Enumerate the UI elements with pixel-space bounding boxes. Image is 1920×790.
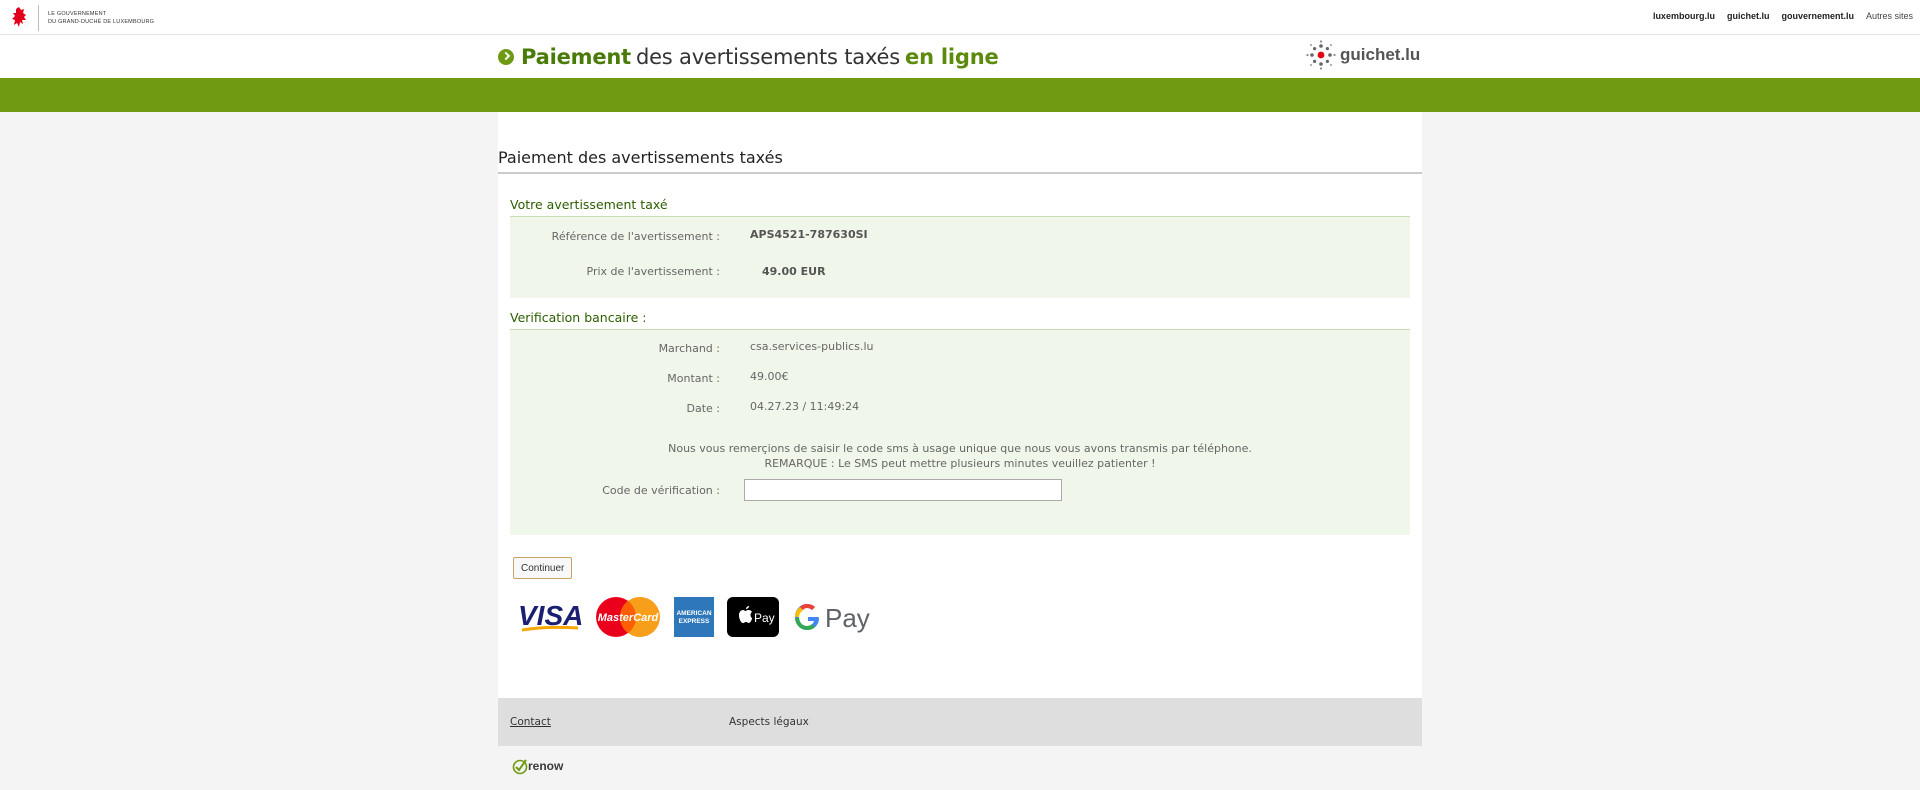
marchand-value: csa.services-publics.lu	[750, 340, 874, 353]
amex-icon: AMERICAN EXPRESS	[674, 597, 714, 637]
guichet-logo-text: guichet.lu	[1340, 45, 1421, 64]
prix-value: 49.00 EUR	[762, 265, 826, 278]
sms-note-line-2: REMARQUE : Le SMS peut mettre plusieurs …	[764, 457, 1156, 470]
main-content: Paiement des avertissements taxés Votre …	[498, 112, 1422, 698]
app-header: Paiement des avertissements taxés en lig…	[0, 35, 1920, 78]
section-title-avertissement: Votre avertissement taxé	[510, 197, 668, 212]
government-logo[interactable]: Le Gouvernement du Grand-Duché de Luxemb…	[10, 5, 154, 31]
amex-line-2: EXPRESS	[679, 618, 710, 625]
app-title[interactable]: Paiement des avertissements taxés en lig…	[498, 45, 999, 69]
chevron-right-icon	[498, 49, 514, 65]
continue-button[interactable]: Continuer	[513, 557, 573, 579]
title-divider	[498, 172, 1422, 174]
checkmark-icon	[512, 759, 528, 775]
title-part-2: des avertissements taxés	[635, 45, 901, 69]
section-title-verification: Verification bancaire :	[510, 310, 647, 325]
reference-label: Référence de l'avertissement :	[551, 230, 720, 243]
title-part-3: en ligne	[905, 45, 999, 69]
verification-panel: Marchand : csa.services-publics.lu Monta…	[510, 329, 1410, 535]
gov-line-2: du Grand-Duché de Luxembourg	[48, 19, 155, 25]
visa-icon: VISA	[518, 600, 583, 632]
mastercard-icon: MasterCard	[596, 597, 660, 637]
footer-legal-link[interactable]: Aspects légaux	[729, 716, 809, 728]
page-title: Paiement des avertissements taxés	[498, 148, 783, 167]
date-value: 04.27.23 / 11:49:24	[750, 400, 860, 413]
sms-instructions: Nous vous remerçions de saisir le code s…	[510, 441, 1410, 471]
verification-code-input[interactable]	[744, 479, 1062, 501]
apple-pay-icon: Pay	[727, 597, 779, 637]
green-banner	[0, 78, 1920, 112]
apple-pay-text: Pay	[754, 611, 775, 625]
lion-icon	[12, 7, 26, 27]
montant-label: Montant :	[667, 372, 720, 385]
marchand-label: Marchand :	[658, 342, 720, 355]
footer: Contact Aspects légaux	[498, 698, 1422, 746]
logo-separator	[38, 5, 39, 31]
reference-value: APS4521-787630SI	[750, 228, 868, 241]
link-autres-sites[interactable]: Autres sites	[1866, 11, 1913, 21]
payment-methods: VISA MasterCard AMERICAN EXPRESS Pay Pay	[516, 595, 892, 639]
mastercard-text: MasterCard	[598, 612, 659, 624]
avertissement-panel: Référence de l'avertissement : APS4521-7…	[510, 216, 1410, 298]
guichet-logo[interactable]: guichet.lu	[1306, 40, 1420, 70]
link-luxembourg[interactable]: luxembourg.lu	[1653, 11, 1715, 21]
google-pay-icon: Pay	[795, 603, 870, 633]
gov-line-1: Le Gouvernement	[48, 11, 107, 17]
guichet-dots-icon	[1306, 40, 1336, 70]
amex-line-1: AMERICAN	[676, 610, 711, 617]
footer-contact-link[interactable]: Contact	[510, 716, 551, 728]
link-guichet[interactable]: guichet.lu	[1727, 11, 1770, 21]
top-links: luxembourg.lu guichet.lu gouvernement.lu…	[1653, 11, 1913, 21]
renow-text: renow	[528, 759, 564, 773]
prix-label: Prix de l'avertissement :	[586, 265, 720, 278]
date-label: Date :	[686, 402, 721, 415]
montant-value: 49.00€	[750, 370, 789, 383]
renow-logo[interactable]: renow	[512, 757, 563, 775]
top-bar: Le Gouvernement du Grand-Duché de Luxemb…	[0, 0, 1920, 35]
sms-note-line-1: Nous vous remerçions de saisir le code s…	[668, 442, 1252, 455]
code-label: Code de vérification :	[602, 484, 720, 497]
title-part-1: Paiement	[521, 45, 631, 69]
link-gouvernement[interactable]: gouvernement.lu	[1781, 11, 1854, 21]
google-pay-text: Pay	[825, 603, 870, 633]
government-name: Le Gouvernement du Grand-Duché de Luxemb…	[48, 10, 154, 26]
